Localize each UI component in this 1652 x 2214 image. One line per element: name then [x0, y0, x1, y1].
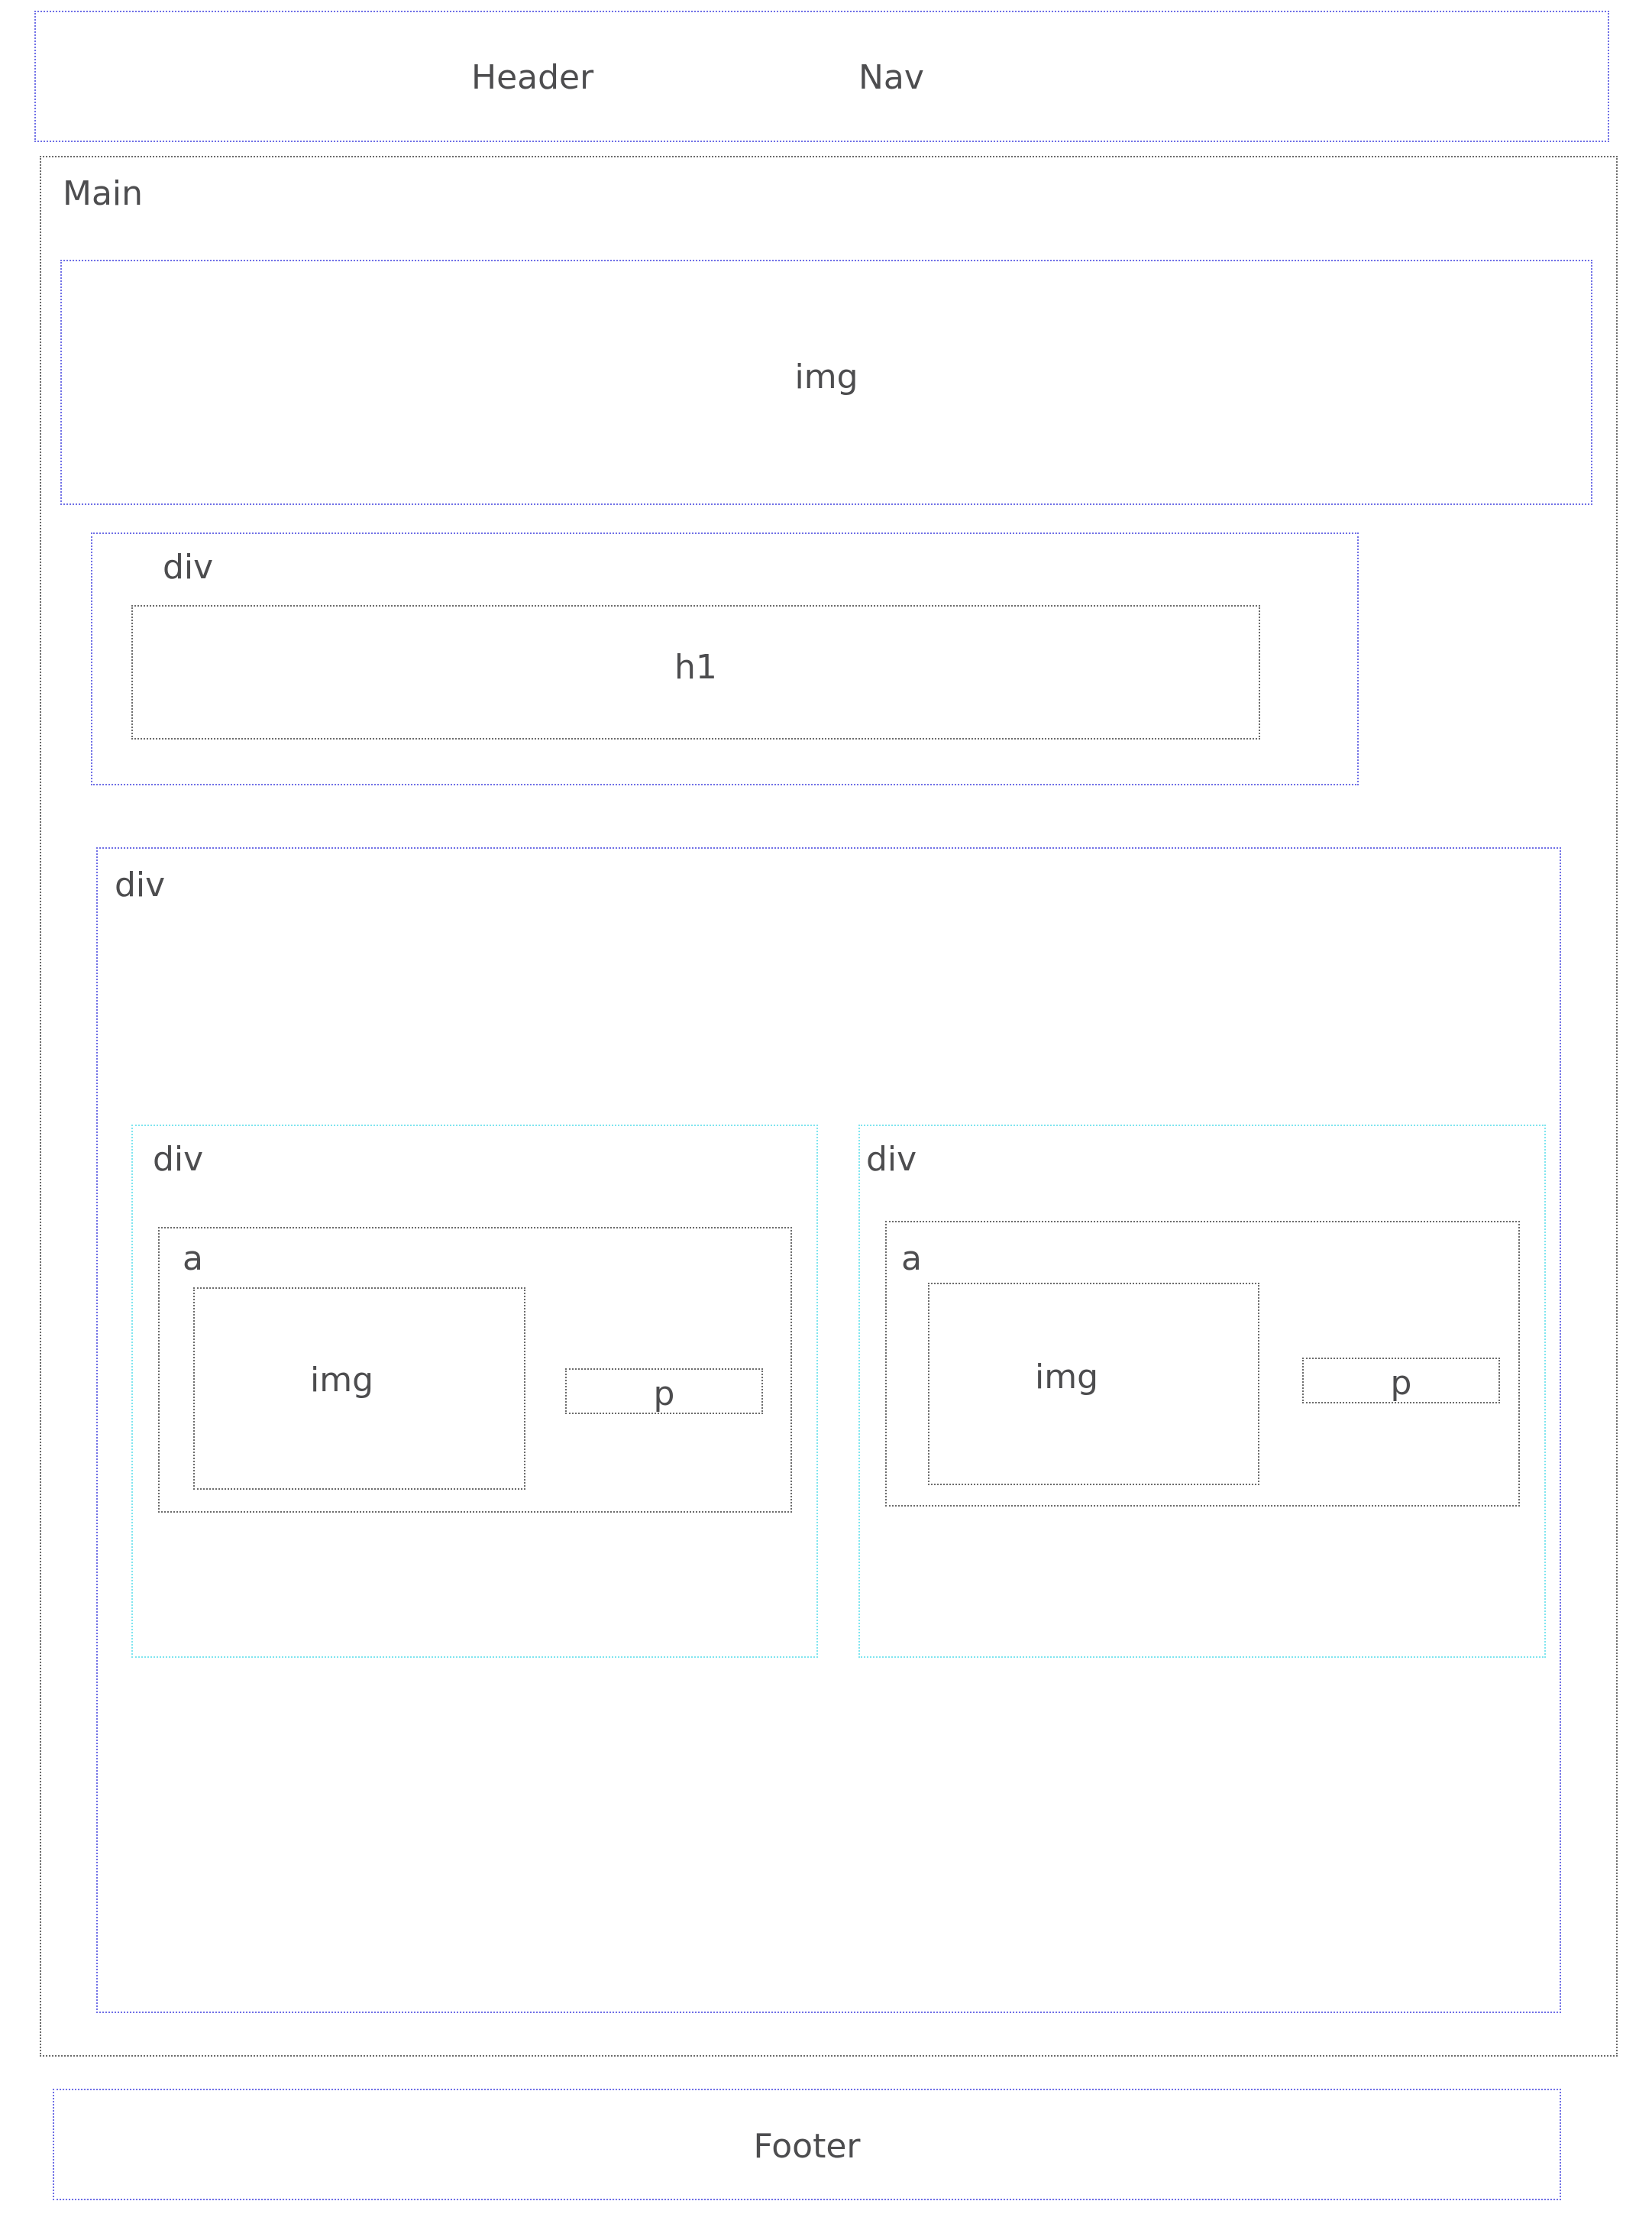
card-img-1: img — [193, 1287, 525, 1490]
card-p-label: p — [653, 1374, 675, 1413]
footer-label: Footer — [753, 2127, 861, 2166]
card-img-label: img — [1035, 1358, 1099, 1397]
hero-img-block: img — [60, 260, 1592, 505]
card-img-label: img — [310, 1361, 374, 1400]
content-div-label: div — [115, 866, 166, 905]
title-div-label: div — [163, 548, 214, 587]
card-link-label: a — [183, 1239, 203, 1278]
header-label: Header — [471, 58, 594, 97]
card-div-label: div — [153, 1140, 204, 1179]
card-img-2: img — [928, 1283, 1259, 1485]
footer-block: Footer — [53, 2089, 1561, 2200]
card-p-label: p — [1390, 1364, 1412, 1403]
nav-label: Nav — [858, 58, 924, 97]
header-block: Header Nav — [34, 11, 1609, 142]
card-div-label: div — [866, 1140, 917, 1179]
hero-img-label: img — [794, 358, 858, 397]
h1-label: h1 — [674, 648, 717, 687]
card-p-1: p — [565, 1368, 763, 1414]
main-label: Main — [63, 174, 144, 213]
h1-block: h1 — [131, 605, 1260, 740]
card-link-label: a — [901, 1239, 922, 1278]
card-p-2: p — [1302, 1358, 1500, 1403]
